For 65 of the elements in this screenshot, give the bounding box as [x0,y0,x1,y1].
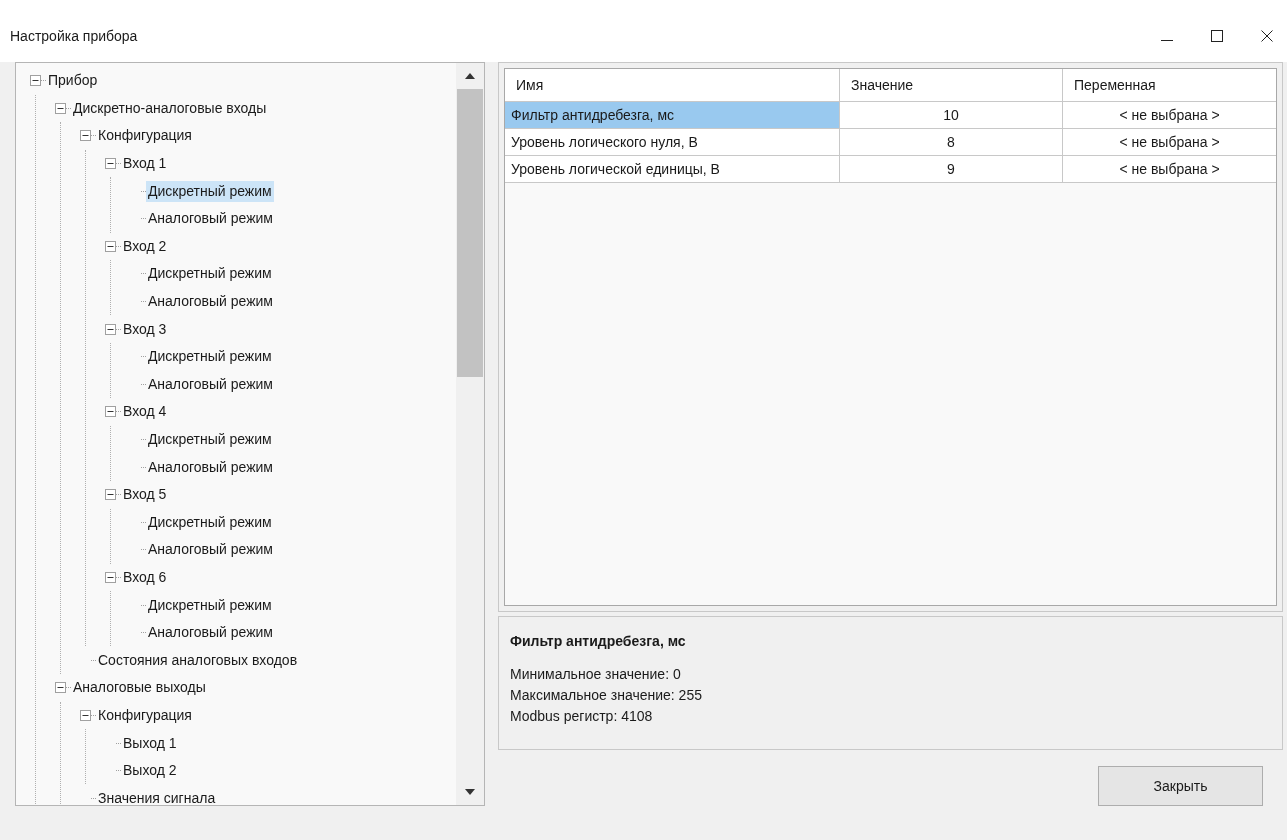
tree-item[interactable]: Аналоговые выходы [71,677,208,699]
close-button[interactable]: Закрыть [1098,766,1263,806]
collapse-icon[interactable] [55,682,66,694]
tree-item[interactable]: Конфигурация [96,125,194,147]
table-row[interactable]: Уровень логической единицы, В 9 < не выбрана > [505,156,1276,183]
table-cell: 9 [839,156,1062,182]
tree-item[interactable]: Вход 1 [121,153,169,175]
tree-item[interactable]: Аналоговый режим [146,373,275,395]
details-text: Минимальное значение: 0 [510,665,682,684]
scroll-up-icon[interactable] [465,73,475,79]
maximize-icon[interactable] [1211,30,1223,42]
tree-item[interactable]: Аналоговый режим [146,291,275,313]
tree-item[interactable]: Состояния аналоговых входов [96,649,300,671]
tree-item[interactable]: Прибор [46,70,100,92]
column-header[interactable]: Имя [505,69,839,101]
table-cell-text: Уровень логического нуля, В [510,132,699,152]
tree-item[interactable]: Аналоговый режим [146,622,275,644]
scroll-down-icon[interactable] [465,789,475,795]
collapse-icon[interactable] [105,158,116,170]
collapse-icon[interactable] [105,406,116,418]
table-cell: 8 [839,129,1062,155]
table-cell: Фильтр антидребезга, мс [505,102,839,128]
collapse-icon[interactable] [105,489,116,501]
details-text: Modbus регистр: 4108 [510,707,654,726]
table-cell: < не выбрана > [1062,102,1276,128]
table-row[interactable]: Уровень логического нуля, В 8 < не выбрана > [505,129,1276,156]
tree-item[interactable]: Дискретно-аналоговые входы [71,97,269,119]
tree-item[interactable]: Дискретный режим [146,263,274,285]
tree-item[interactable]: Конфигурация [96,704,194,726]
collapse-icon[interactable] [105,572,116,583]
table-cell-text: Уровень логической единицы, В [510,159,721,179]
tree-item[interactable]: Дискретный режим [146,594,274,616]
tree-item[interactable]: Вход 3 [121,318,169,340]
tree-item[interactable]: Дискретный режим [146,180,274,202]
scrollbar[interactable] [456,63,484,805]
details-title: Фильтр антидребезга, мс [510,632,687,651]
tree-item[interactable]: Вход 6 [121,567,169,588]
table-row[interactable]: Фильтр антидребезга, мс 10 < не выбрана > [505,102,1276,129]
tree-item[interactable]: Дискретный режим [146,346,274,368]
tree-item[interactable]: Вход 2 [121,235,169,257]
tree-item[interactable]: Выход 1 [121,732,179,754]
tree-item[interactable]: Вход 5 [121,484,169,506]
collapse-icon[interactable] [55,102,66,114]
collapse-icon[interactable] [80,130,91,142]
tree-item[interactable]: Аналоговый режим [146,456,275,478]
tree-item[interactable]: Значения сигнала [96,787,218,805]
tree-item[interactable]: Дискретный режим [146,511,274,533]
column-header[interactable]: Переменная [1062,69,1276,101]
details-text: Максимальное значение: 255 [510,686,703,705]
tree-item[interactable]: Аналоговый режим [146,539,275,561]
tree-item[interactable]: Вход 4 [121,401,169,423]
collapse-icon[interactable] [80,709,91,721]
tree-item[interactable]: Выход 2 [121,760,179,782]
window-title: Настройка прибора [10,26,138,46]
close-icon[interactable] [1261,30,1273,42]
column-header[interactable]: Значение [839,69,1062,101]
table-cell: 10 [839,102,1062,128]
scrollbar-thumb[interactable] [457,89,483,377]
tree-item[interactable]: Дискретный режим [146,429,274,450]
collapse-icon[interactable] [105,240,116,252]
collapse-icon[interactable] [105,323,116,335]
collapse-icon[interactable] [30,75,41,87]
table-cell: < не выбрана > [1062,129,1276,155]
tree-item[interactable]: Аналоговый режим [146,208,275,230]
table-cell: < не выбрана > [1062,156,1276,182]
